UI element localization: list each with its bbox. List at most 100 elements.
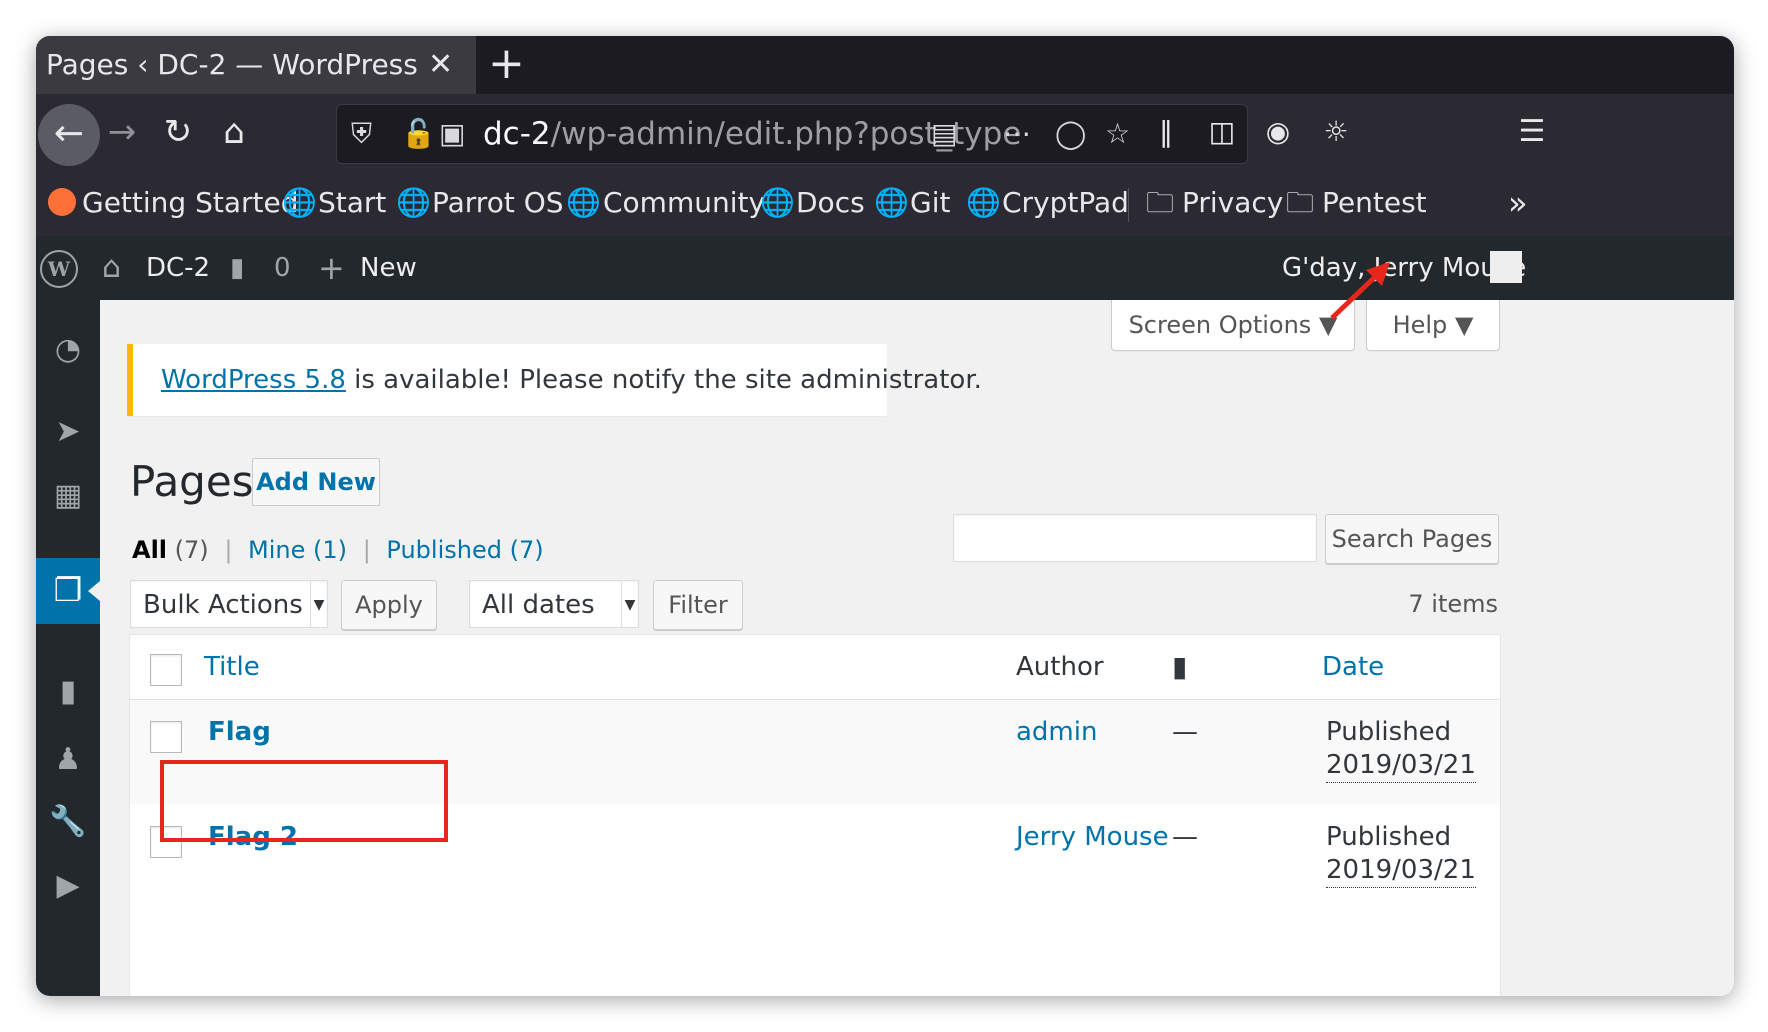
screen-options-button[interactable]: Screen Options ▼ [1111, 300, 1355, 351]
tab-strip: Pages ‹ DC-2 — WordPress ✕ + [36, 36, 1734, 94]
active-tab[interactable]: Pages ‹ DC-2 — WordPress ✕ [36, 36, 476, 94]
page-image-icon: ▣ [439, 117, 466, 150]
bookmark-cryptpad[interactable]: CryptPad [1002, 180, 1129, 226]
select-all-checkbox[interactable] [150, 654, 182, 686]
update-version-link[interactable]: WordPress 5.8 [161, 365, 346, 395]
pin-posts-icon[interactable]: ➤ [36, 412, 100, 452]
row-checkbox[interactable] [150, 721, 182, 753]
media-play-icon[interactable]: ▶ [36, 866, 100, 906]
new-tab-icon[interactable]: + [488, 38, 525, 90]
search-input[interactable] [953, 514, 1317, 562]
reader-view-icon[interactable]: ▤ [931, 112, 957, 156]
filter-button[interactable]: Filter [653, 580, 743, 630]
bookmark-start[interactable]: Start [318, 180, 386, 226]
forward-arrow-icon[interactable]: → [102, 112, 142, 152]
shield-icon[interactable]: ⛨ [351, 112, 372, 156]
back-arrow-icon[interactable]: ← [38, 104, 100, 166]
site-name-link[interactable]: DC-2 [146, 245, 210, 291]
row-comments: — [1172, 717, 1198, 747]
add-new-button[interactable]: Add New [252, 458, 380, 506]
filter-published-count[interactable]: (7) [510, 536, 544, 564]
filter-all-label[interactable]: All [132, 536, 167, 564]
tab-close-icon[interactable]: ✕ [428, 42, 453, 88]
bookmark-docs[interactable]: Docs [796, 180, 865, 226]
extension-icon[interactable]: ☼ [1316, 112, 1356, 152]
filter-all-count: (7) [174, 536, 209, 564]
bookmark-privacy[interactable]: Privacy [1182, 180, 1283, 226]
bookmark-parrot-os[interactable]: Parrot OS [432, 180, 564, 226]
avatar[interactable] [1490, 251, 1522, 283]
notice-text: WordPress 5.8 is available! Please notif… [161, 358, 982, 402]
reload-icon[interactable]: ↻ [156, 112, 200, 152]
users-icon[interactable]: ♟ [36, 740, 100, 780]
column-title-header[interactable]: Title [204, 647, 260, 687]
bookmark-getting-started[interactable]: Getting Started [82, 180, 298, 226]
more-actions-icon[interactable]: ⋯ [1003, 112, 1031, 156]
filter-mine-link[interactable]: Mine [248, 536, 305, 564]
browser-window: Pages ‹ DC-2 — WordPress ✕ + ← → ↻ ⌂ ⛨ 🔓… [36, 36, 1734, 996]
home-icon: ⌂ [102, 250, 122, 285]
page-title: Pages [130, 457, 254, 506]
tools-wrench-icon[interactable]: 🔧 [36, 802, 100, 842]
globe-icon: 🌐 [396, 186, 431, 219]
row-status: Published [1326, 717, 1452, 747]
column-date-header[interactable]: Date [1322, 647, 1384, 687]
filter-separator: | [362, 536, 371, 564]
date-filter-value: All dates [482, 590, 595, 620]
globe-icon: 🌐 [566, 186, 601, 219]
bookmark-community[interactable]: Community [603, 180, 765, 226]
firefox-icon [48, 188, 76, 216]
bookmark-star-icon[interactable]: ☆ [1105, 112, 1130, 156]
wp-admin-bar: W ⌂ DC-2 ▮ 0 + New G'day, Jerry Mouse [36, 236, 1734, 300]
menu-icon[interactable]: ☰ [1512, 112, 1552, 152]
globe-icon: 🌐 [874, 186, 909, 219]
plus-icon: + [318, 249, 345, 287]
globe-icon: 🌐 [966, 186, 1001, 219]
bookmark-separator [1128, 188, 1129, 222]
bookmarks-bar: Getting Started 🌐 Start 🌐 Parrot OS 🌐 Co… [36, 172, 1734, 237]
bulk-actions-select[interactable]: Bulk Actions ▼ [130, 580, 328, 628]
bookmarks-overflow-icon[interactable]: » [1508, 180, 1528, 226]
url-host: dc-2 [483, 116, 551, 152]
bookmark-pentest[interactable]: Pentest [1322, 180, 1427, 226]
status-filters: All (7) | Mine (1) | Published (7) [132, 530, 544, 570]
table-header-row: Title Author ▮ Date [130, 635, 1500, 700]
select-arrow-icon: ▼ [621, 581, 638, 627]
comment-bubble-icon[interactable]: ▮ [230, 245, 244, 291]
new-content-link[interactable]: New [360, 245, 417, 291]
row-title-link[interactable]: Flag [208, 712, 271, 752]
sidebar-icon[interactable]: ◫ [1202, 112, 1242, 152]
url-bar[interactable]: ⛨ 🔓 ▣ dc-2/wp-admin/edit.php?post_type ▤… [336, 104, 1248, 164]
active-menu-pointer [88, 581, 100, 601]
row-author-link[interactable]: Jerry Mouse [1016, 817, 1169, 857]
apply-button[interactable]: Apply [341, 580, 437, 630]
comments-count[interactable]: 0 [274, 245, 291, 291]
library-icon[interactable]: ‖ [1146, 112, 1186, 152]
sidebar-item-pages[interactable]: ❐ [36, 558, 100, 624]
row-author-link[interactable]: admin [1016, 712, 1097, 752]
insecure-connection-icon[interactable]: 🔓 [401, 112, 436, 156]
wordpress-logo-icon[interactable]: W [40, 250, 78, 288]
pocket-icon[interactable]: ◯ [1055, 112, 1086, 156]
account-icon[interactable]: ◉ [1258, 112, 1298, 152]
media-icon[interactable]: ▦ [36, 476, 100, 516]
update-notice: WordPress 5.8 is available! Please notif… [127, 344, 982, 416]
comments-icon[interactable]: ▮ [36, 672, 100, 712]
annotation-arrow [1330, 262, 1390, 320]
column-author-header: Author [1016, 652, 1104, 682]
date-filter-select[interactable]: All dates ▼ [469, 580, 639, 628]
search-pages-button[interactable]: Search Pages [1325, 514, 1499, 564]
dashboard-icon[interactable]: ◔ [36, 330, 100, 370]
screen-options-label: Screen Options [1128, 311, 1312, 339]
comment-bubble-icon[interactable]: ▮ [1172, 647, 1187, 687]
notice-message: is available! Please notify the site adm… [345, 365, 982, 395]
select-arrow-icon: ▼ [310, 581, 327, 627]
home-icon[interactable]: ⌂ [212, 112, 256, 152]
globe-icon: 🌐 [760, 186, 795, 219]
filter-mine-count[interactable]: (1) [313, 536, 347, 564]
nav-toolbar: ← → ↻ ⌂ ⛨ 🔓 ▣ dc-2/wp-admin/edit.php?pos… [36, 94, 1734, 230]
filter-published-link[interactable]: Published [386, 536, 502, 564]
items-count: 7 items [1408, 590, 1498, 618]
bookmark-git[interactable]: Git [910, 180, 950, 226]
row-comments: — [1172, 822, 1198, 852]
